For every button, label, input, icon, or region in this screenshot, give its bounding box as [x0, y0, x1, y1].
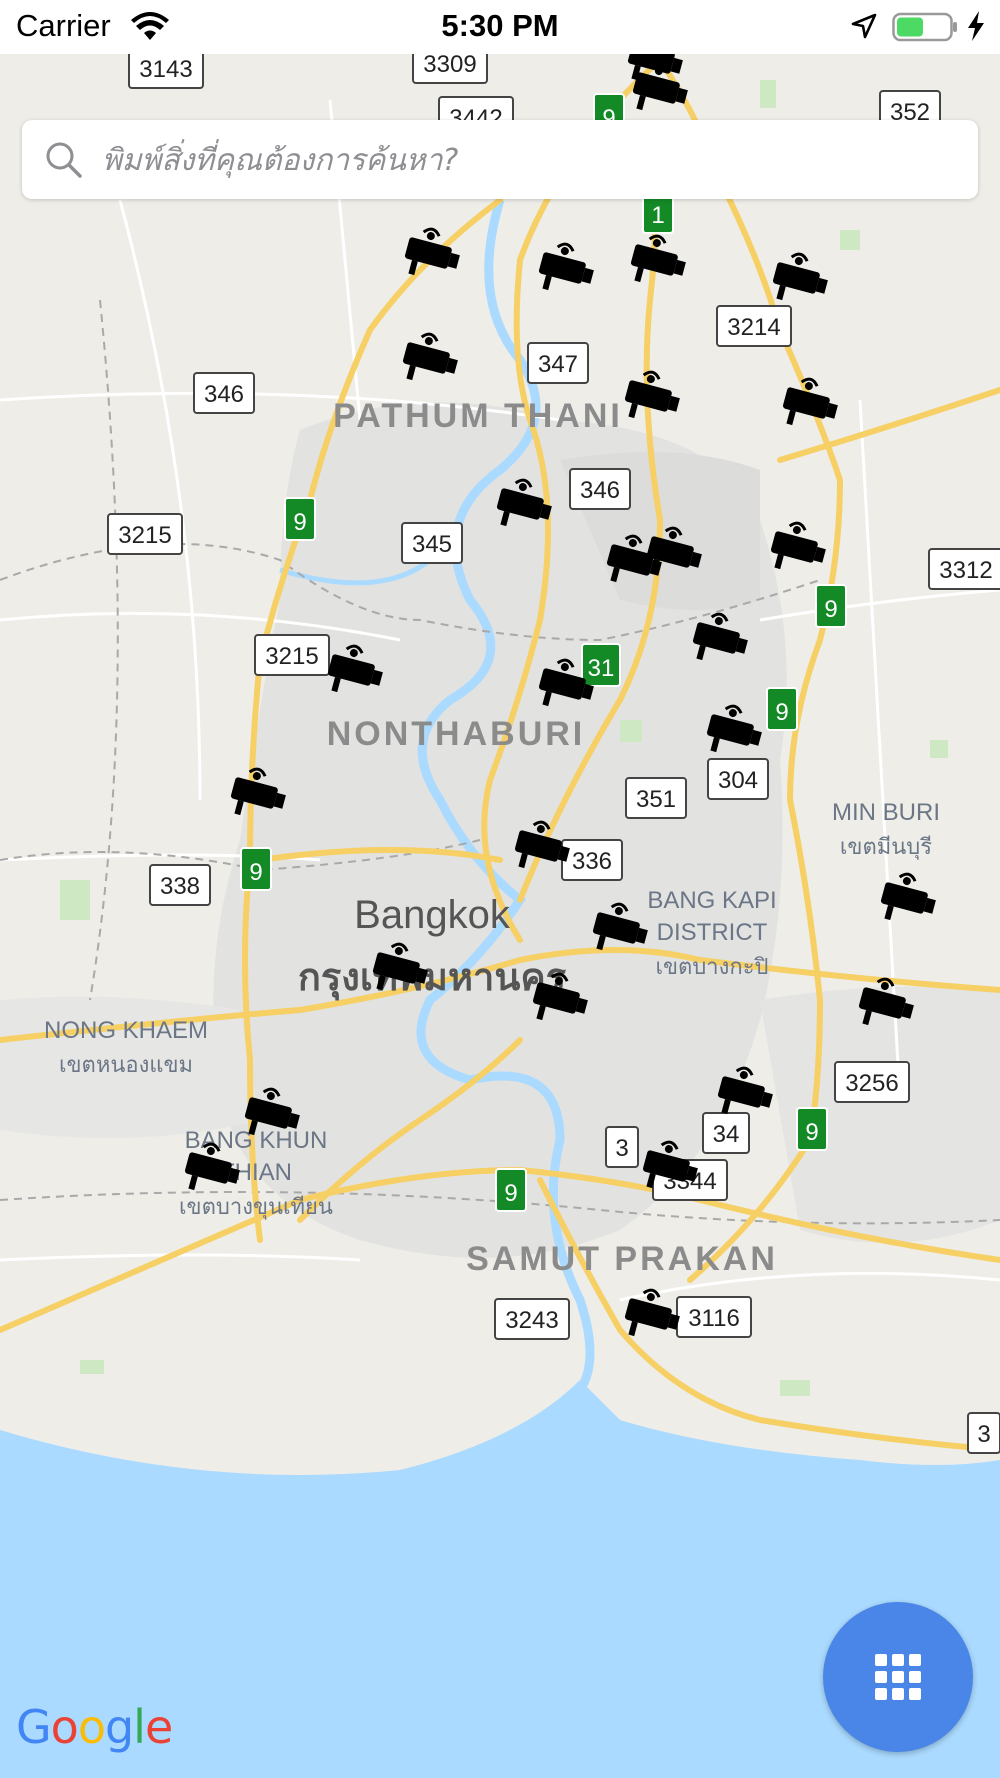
route-shield: 3312	[928, 548, 1000, 590]
route-shield-label: 3214	[727, 314, 780, 341]
route-shield: 3243	[494, 1298, 570, 1340]
route-shield-label: 3309	[423, 54, 476, 78]
search-bar[interactable]	[22, 120, 978, 201]
highway-shield: 31	[581, 643, 621, 687]
search-icon	[46, 142, 82, 178]
route-shield: 3116	[676, 1296, 752, 1338]
route-shield: 3215	[254, 634, 330, 676]
route-shield: 3	[605, 1126, 639, 1168]
highway-shield-label: 9	[775, 699, 788, 726]
route-shield: 3309	[412, 54, 488, 84]
highway-shield: 9	[240, 847, 272, 891]
route-shield-label: 3256	[845, 1070, 898, 1097]
charging-bolt-icon	[968, 11, 984, 41]
search-input[interactable]	[100, 120, 964, 201]
map-view[interactable]: PATHUM THANI NONTHABURI Bangkok กรุงเทพม…	[0, 54, 1000, 1778]
highway-shield-label: 9	[805, 1119, 818, 1146]
route-shield-label: 34	[713, 1121, 740, 1148]
highway-shield-label: 9	[504, 1180, 517, 1207]
route-shield: 34	[702, 1112, 750, 1154]
route-shield-label: 338	[160, 873, 200, 900]
area-label: เขตบางกะปิ	[655, 955, 768, 980]
highway-shield-label: 9	[293, 509, 306, 536]
route-shield: 351	[625, 777, 687, 819]
route-shield: 3256	[834, 1061, 910, 1103]
route-shield: 347	[527, 342, 589, 384]
route-shield: 3143	[128, 54, 204, 89]
area-label: PATHUM THANI	[333, 397, 623, 435]
area-label: Bangkok	[354, 893, 511, 937]
route-shield-label: 3312	[939, 557, 992, 584]
route-shield: 3	[967, 1412, 1000, 1454]
route-shield-label: 3215	[118, 522, 171, 549]
highway-shield-label: 9	[249, 859, 262, 886]
highway-shield: 9	[815, 584, 847, 628]
google-logo: Google	[16, 1700, 173, 1754]
route-shield-label: 336	[572, 848, 612, 875]
area-label: SAMUT PRAKAN	[466, 1240, 778, 1278]
route-shield-label: 346	[580, 477, 620, 504]
route-shield: 346	[193, 372, 255, 414]
area-label: กรุงเทพมหานคร	[298, 955, 567, 1001]
highway-shield-label: 1	[651, 202, 664, 229]
route-shield-label: 345	[412, 531, 452, 558]
area-label: DISTRICT	[657, 919, 768, 946]
route-shield-label: 3215	[265, 643, 318, 670]
area-label: เขตบางขุนเทียน	[179, 1195, 333, 1220]
location-arrow-icon	[851, 13, 877, 39]
highway-shield-label: 9	[824, 596, 837, 623]
area-label: NONTHABURI	[327, 715, 586, 753]
area-label: เขตหนองแขม	[59, 1053, 193, 1078]
route-shield: 338	[149, 864, 211, 906]
route-shield: 3214	[716, 305, 792, 347]
route-shield: 304	[707, 758, 769, 800]
route-shield-label: 351	[636, 786, 676, 813]
grid-menu-button[interactable]	[823, 1602, 973, 1752]
area-label: MIN BURI	[832, 799, 940, 826]
area-label: BANG KAPI	[647, 887, 776, 914]
route-shield-label: 3143	[139, 56, 192, 83]
status-bar: Carrier 5:30 PM	[0, 0, 1000, 54]
area-label: BANG KHUN	[185, 1127, 328, 1154]
battery-icon	[892, 12, 957, 42]
highway-shield-label: 31	[588, 655, 615, 682]
route-shield-label: 3	[977, 1421, 990, 1448]
grid-icon	[875, 1654, 921, 1700]
route-shield: 346	[569, 468, 631, 510]
area-label: NONG KHAEM	[44, 1017, 208, 1044]
route-shield-label: 3116	[688, 1305, 740, 1332]
highway-shield: 9	[766, 687, 798, 731]
route-shield-label: 3	[615, 1135, 628, 1162]
route-shield: 3215	[107, 513, 183, 555]
route-shield-label: 3243	[505, 1307, 558, 1334]
route-shield: 336	[561, 839, 623, 881]
route-shield-label: 346	[204, 381, 244, 408]
highway-shield: 9	[284, 497, 316, 541]
route-shield: 345	[401, 522, 463, 564]
route-shield-label: 304	[718, 767, 758, 794]
route-shield-label: 347	[538, 351, 578, 378]
area-label: เขตมีนบุรี	[840, 835, 932, 860]
highway-shield: 9	[796, 1107, 828, 1151]
highway-shield: 9	[495, 1168, 527, 1212]
